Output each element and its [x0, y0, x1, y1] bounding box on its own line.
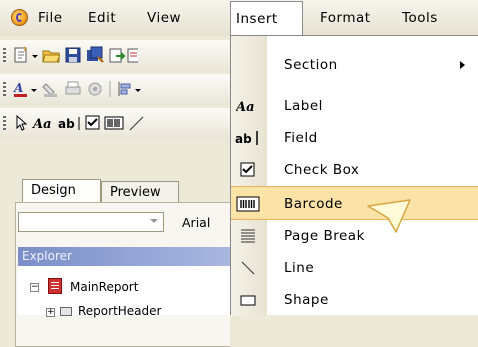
menu-item-shape[interactable]: Shape: [231, 284, 478, 316]
export-pdf-icon[interactable]: [126, 46, 138, 64]
menu-item-page-break-label: Page Break: [284, 228, 365, 244]
menu-item-check-box[interactable]: Check Box: [231, 154, 478, 186]
format-toolbar: A: [0, 74, 230, 105]
open-folder-icon[interactable]: [42, 46, 61, 64]
pointer-icon[interactable]: [12, 114, 30, 132]
tab-preview-label: Preview: [110, 185, 161, 200]
save-icon[interactable]: [64, 46, 82, 64]
line-tool-icon[interactable]: [128, 114, 146, 132]
font-color-icon[interactable]: A: [12, 80, 30, 98]
svg-text:Aa: Aa: [236, 100, 255, 115]
menu-item-page-break[interactable]: Page Break: [231, 220, 478, 252]
explorer-title: Explorer: [22, 249, 72, 263]
toolbar-grip[interactable]: [3, 48, 6, 64]
page-setup-icon[interactable]: [86, 80, 104, 98]
menu-item-field[interactable]: ab Field: [231, 122, 478, 154]
tree-item-main-report[interactable]: MainReport: [70, 280, 138, 294]
font-color-dropdown-icon[interactable]: [30, 80, 39, 98]
menu-edit[interactable]: Edit: [88, 10, 116, 26]
svg-text:ab: ab: [58, 117, 75, 131]
menu-item-line-label: Line: [284, 260, 315, 276]
report-icon: [48, 278, 62, 294]
print-icon[interactable]: [64, 80, 82, 98]
menu-item-field-label: Field: [284, 130, 318, 146]
menu-item-check-box-label: Check Box: [284, 162, 360, 178]
export-icon[interactable]: [108, 46, 126, 64]
checkbox-tool-icon[interactable]: [84, 114, 102, 132]
menu-item-section[interactable]: Section: [231, 49, 478, 81]
svg-text:A: A: [13, 81, 23, 95]
menu-insert-label: Insert: [236, 11, 278, 27]
menu-item-line[interactable]: Line: [231, 252, 478, 284]
align-left-icon[interactable]: [116, 80, 134, 98]
menu-item-barcode[interactable]: Barcode: [231, 186, 478, 220]
new-report-icon[interactable]: [12, 46, 30, 64]
barcode-icon: [234, 194, 262, 214]
menu-item-label-label: Label: [284, 98, 323, 114]
tab-design-label: Design: [31, 183, 76, 198]
menu-insert[interactable]: Insert: [230, 1, 303, 36]
save-all-icon[interactable]: [86, 46, 104, 64]
page-break-icon: [234, 226, 262, 246]
svg-text:ab: ab: [235, 132, 252, 146]
menu-format[interactable]: Format: [320, 10, 371, 26]
menu-item-barcode-label: Barcode: [284, 196, 343, 212]
toolbar-grip[interactable]: [3, 116, 6, 132]
menu-bar: File Edit View Insert Format Tools: [0, 0, 478, 36]
submenu-arrow-icon: [460, 61, 465, 69]
svg-text:Aa: Aa: [32, 117, 52, 132]
tab-preview[interactable]: Preview: [101, 181, 179, 203]
standard-toolbar: [0, 40, 230, 71]
collapse-icon[interactable]: −: [30, 283, 39, 292]
controls-toolbar: Aa ab: [0, 108, 230, 139]
font-name-value: Arial: [182, 215, 211, 230]
explorer-tree: − MainReport + ReportHeader: [18, 266, 230, 318]
line-icon: [234, 258, 262, 278]
tab-design[interactable]: Design: [22, 179, 101, 204]
barcode-tool-icon[interactable]: [104, 114, 124, 132]
field-tool-icon[interactable]: ab: [58, 114, 82, 132]
toolbar-separator: [108, 80, 112, 98]
field-icon: ab: [234, 128, 262, 148]
menu-file[interactable]: File: [38, 10, 63, 26]
menu-item-section-label: Section: [284, 57, 338, 73]
object-combo[interactable]: [18, 212, 164, 232]
menu-tools[interactable]: Tools: [402, 10, 438, 26]
shape-icon: [234, 290, 262, 310]
explorer-header: Explorer: [18, 247, 230, 266]
app-icon[interactable]: [11, 9, 28, 26]
mouse-cursor-icon: [366, 198, 416, 238]
menu-item-label[interactable]: Aa Label: [231, 90, 478, 122]
label-tool-icon[interactable]: Aa: [31, 114, 54, 132]
checkbox-icon: [234, 160, 262, 180]
new-dropdown-icon[interactable]: [31, 46, 40, 64]
expand-icon[interactable]: +: [46, 308, 55, 317]
menu-item-shape-label: Shape: [284, 292, 329, 308]
highlight-icon[interactable]: [42, 80, 60, 98]
toolbar-grip[interactable]: [3, 82, 6, 98]
menu-view[interactable]: View: [147, 10, 181, 26]
chevron-down-icon[interactable]: [150, 219, 158, 223]
label-icon: Aa: [234, 96, 262, 116]
align-dropdown-icon[interactable]: [134, 80, 143, 98]
font-name-box[interactable]: Arial: [170, 212, 230, 232]
insert-menu: Section Aa Label ab Field Check Box Barc…: [230, 35, 478, 316]
tree-item-report-header[interactable]: ReportHeader: [78, 304, 161, 318]
